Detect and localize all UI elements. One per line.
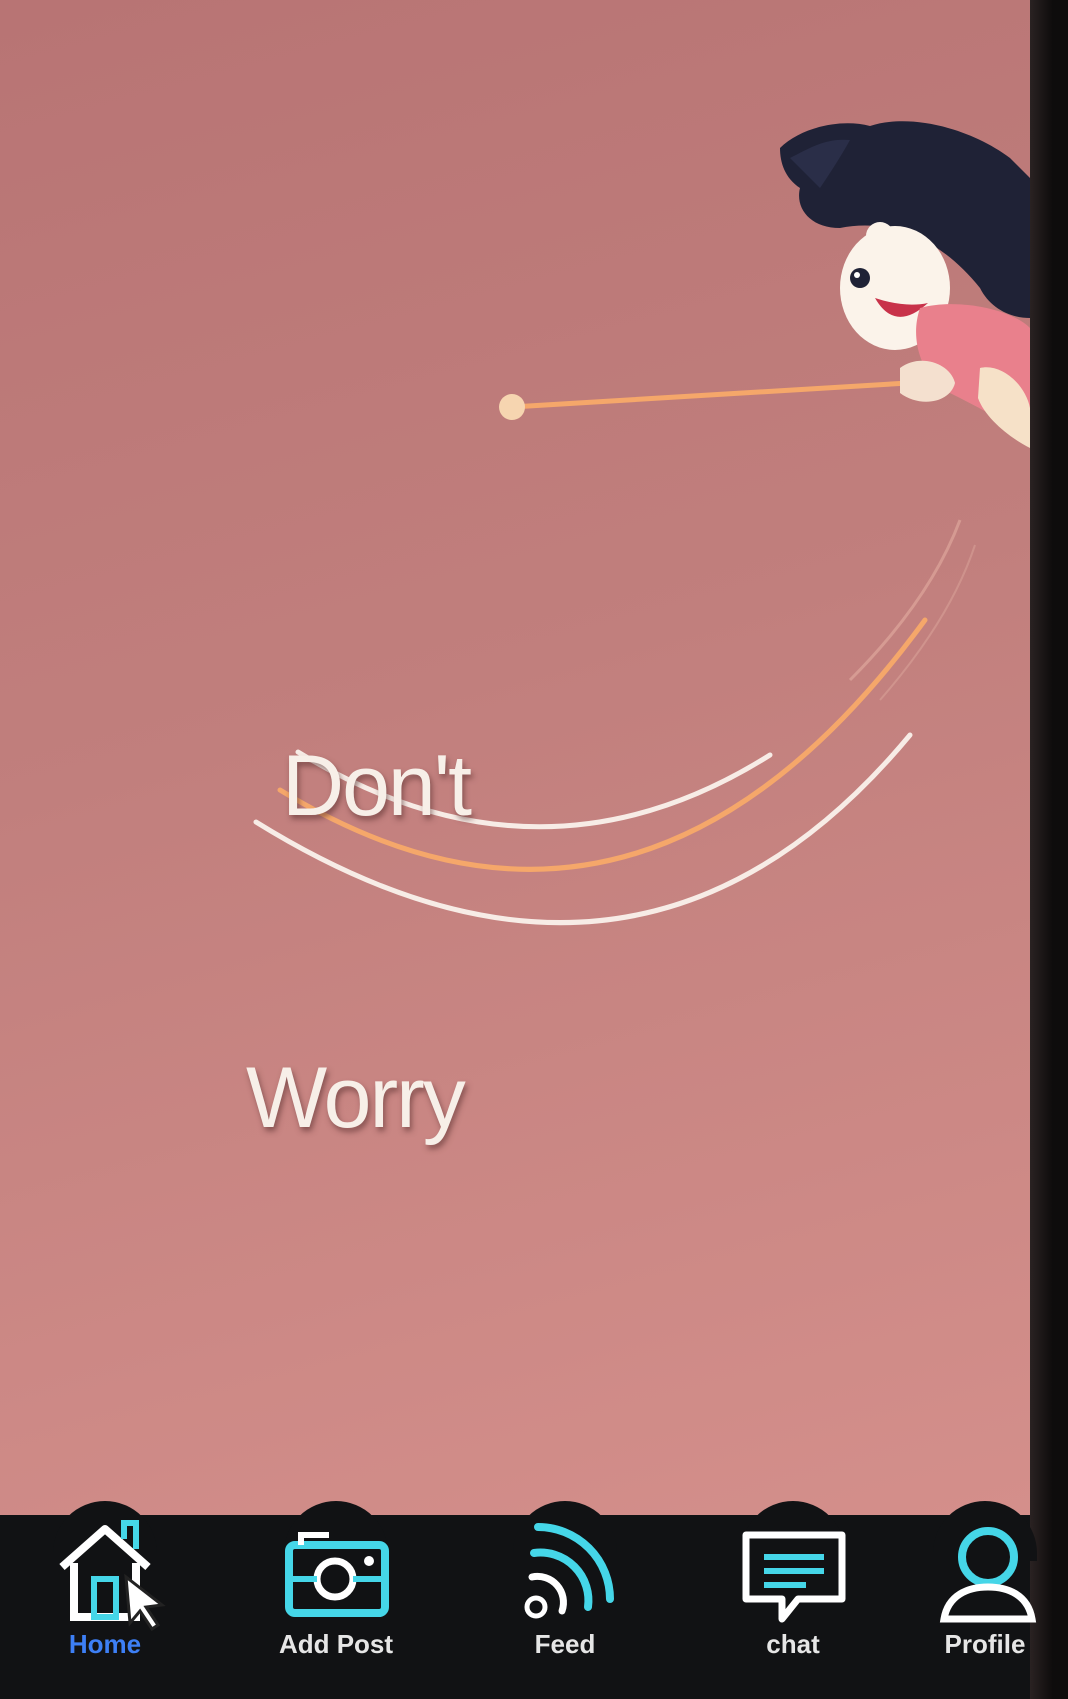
nav-label-feed: Feed bbox=[534, 1629, 596, 1659]
cartoon-girl-illustration bbox=[780, 121, 1030, 448]
headline-line-2: Worry bbox=[246, 1050, 466, 1146]
nav-item-add-post[interactable]: Add Post bbox=[241, 1501, 431, 1699]
headline: Don't Worry bbox=[246, 526, 472, 1358]
nav-item-chat[interactable]: chat bbox=[698, 1501, 888, 1699]
bottom-navigation-bar: Home Add Post Feed chat Profile bbox=[0, 1501, 1037, 1699]
headline-line-1: Don't bbox=[282, 738, 472, 834]
nav-item-feed[interactable]: Feed bbox=[470, 1501, 660, 1699]
nav-item-home[interactable]: Home bbox=[10, 1501, 200, 1699]
nav-label-chat: chat bbox=[766, 1629, 820, 1659]
nav-label-add-post: Add Post bbox=[278, 1629, 394, 1659]
pointer-dot bbox=[499, 394, 525, 420]
camera-icon bbox=[285, 1532, 389, 1617]
profile-icon bbox=[939, 1527, 1037, 1623]
nav-item-profile[interactable]: Profile bbox=[925, 1501, 1045, 1699]
home-icon bbox=[59, 1520, 166, 1631]
rss-feed-icon bbox=[524, 1523, 614, 1619]
nav-label-profile: Profile bbox=[944, 1629, 1026, 1659]
nav-label-home: Home bbox=[68, 1629, 142, 1659]
device-bezel bbox=[1030, 0, 1068, 1699]
home-screen: Don't Worry bbox=[0, 0, 1030, 1515]
chat-bubble-icon bbox=[742, 1531, 846, 1623]
